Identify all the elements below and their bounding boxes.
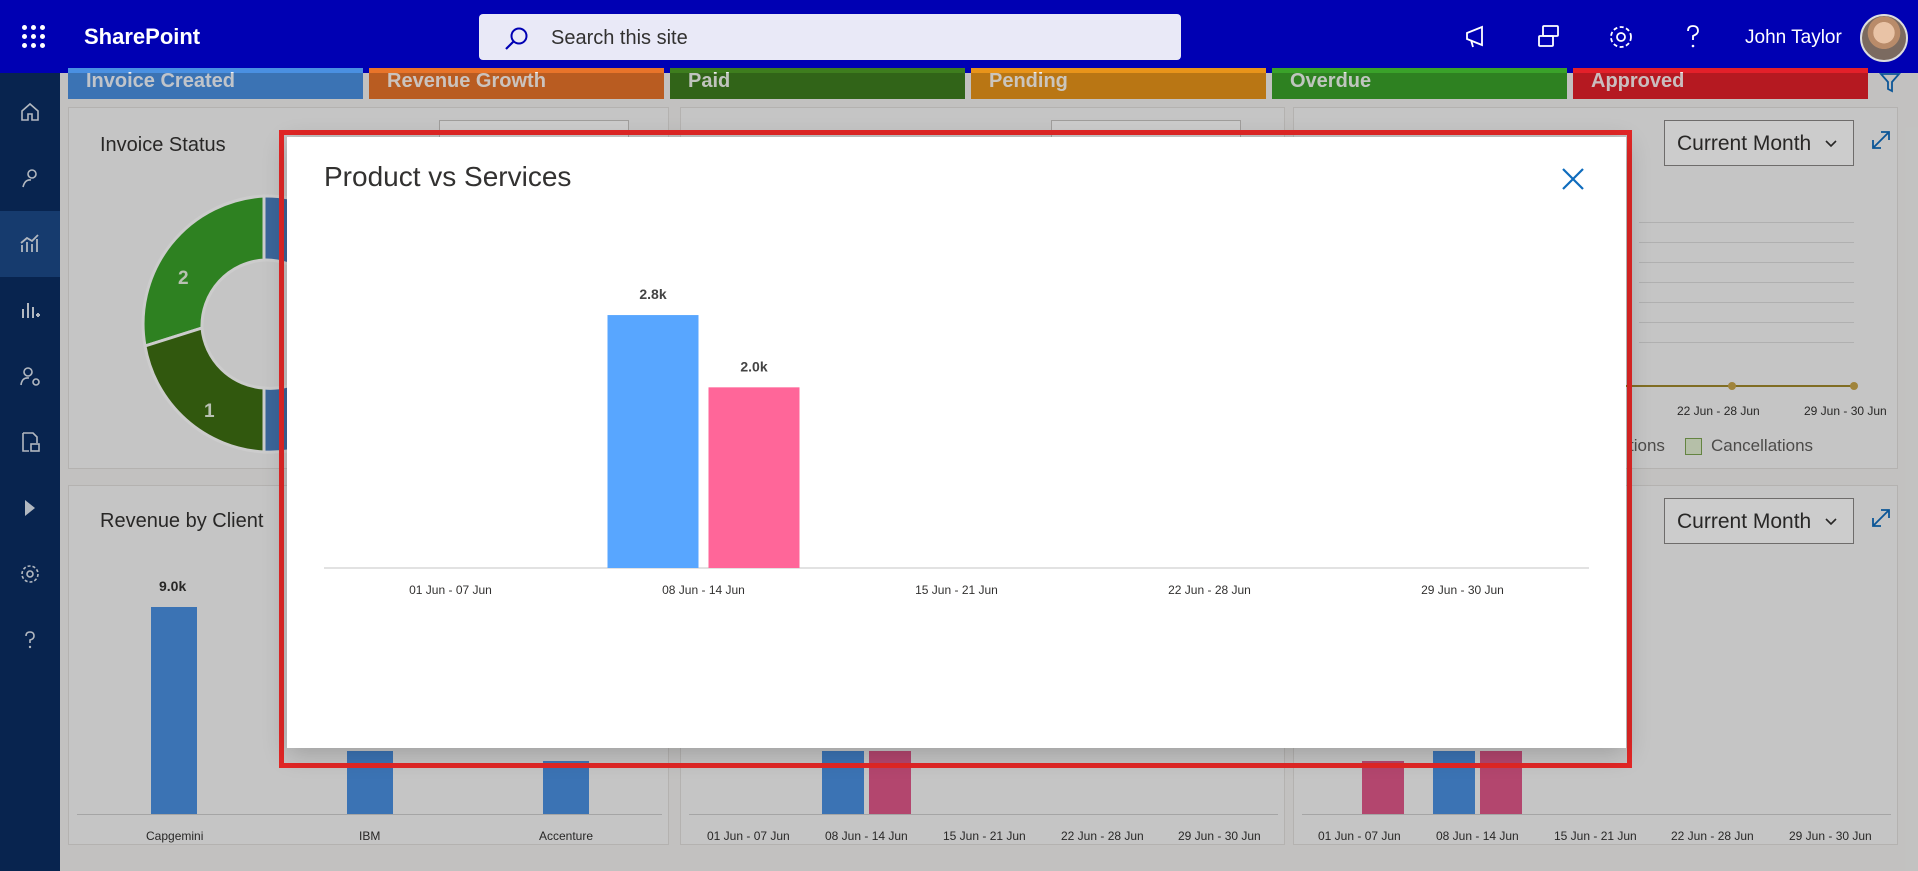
search-box[interactable]: Search this site: [479, 14, 1181, 60]
brand-title[interactable]: SharePoint: [84, 24, 200, 50]
search-icon: [505, 27, 528, 50]
bar-data-label: 2.8k: [639, 286, 666, 302]
settings-gear-icon[interactable]: [1606, 22, 1636, 52]
app-launcher-icon[interactable]: [22, 25, 46, 49]
help-icon[interactable]: [1678, 22, 1708, 52]
megaphone-icon[interactable]: [1462, 22, 1492, 52]
bar-data-label: 2.0k: [740, 358, 767, 374]
x-tick-label: 22 Jun - 28 Jun: [1168, 583, 1251, 597]
chart-bar[interactable]: [607, 315, 699, 568]
x-tick-label: 15 Jun - 21 Jun: [915, 583, 998, 597]
user-name[interactable]: John Taylor: [1745, 27, 1842, 49]
chart-dialog: Product vs Services 01 Jun - 07 Jun 08 Ju…: [287, 137, 1626, 748]
x-tick-label: 29 Jun - 30 Jun: [1421, 583, 1504, 597]
search-placeholder: Search this site: [551, 27, 688, 49]
suite-header: SharePoint Search this site John Taylor: [0, 0, 1918, 73]
avatar[interactable]: [1860, 14, 1908, 62]
x-tick-label: 01 Jun - 07 Jun: [409, 583, 492, 597]
x-tick-label: 08 Jun - 14 Jun: [662, 583, 745, 597]
chart-bar[interactable]: [708, 387, 800, 568]
product-vs-services-chart: 01 Jun - 07 Jun 08 Jun - 14 Jun 2.8k 2.0k 15…: [324, 286, 1589, 597]
feedback-icon[interactable]: [1534, 22, 1564, 52]
